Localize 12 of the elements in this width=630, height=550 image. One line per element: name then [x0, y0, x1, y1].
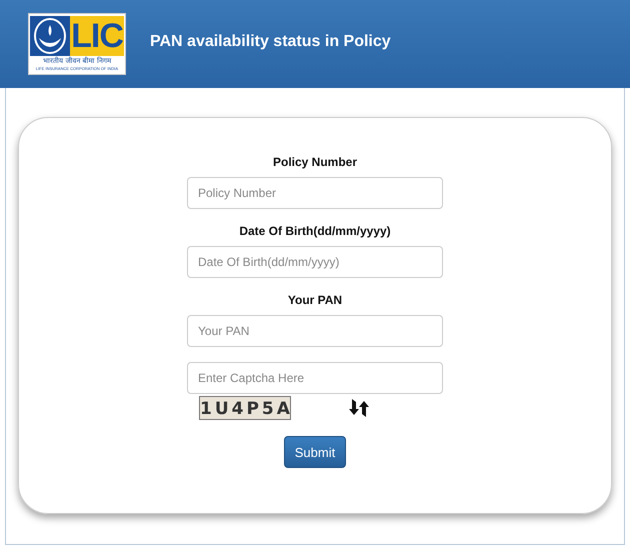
submit-button[interactable]: Submit [284, 436, 346, 468]
refresh-icon[interactable] [349, 397, 369, 419]
input-field[interactable]: Your PAN [187, 315, 443, 347]
input-field[interactable]: Enter Captcha Here [187, 362, 443, 394]
page-title: PAN availability status in Policy [150, 33, 391, 51]
field-label: Your PAN [288, 293, 342, 307]
logo-text: LIC [70, 16, 124, 56]
field-label: Policy Number [272, 155, 358, 169]
field-label: Date Of Birth(dd/mm/yyyy) [239, 224, 391, 238]
input-field[interactable]: Policy Number [187, 177, 443, 209]
captcha-image: 1U4P5A [199, 396, 291, 420]
input-field[interactable]: Date Of Birth(dd/mm/yyyy) [187, 246, 443, 278]
